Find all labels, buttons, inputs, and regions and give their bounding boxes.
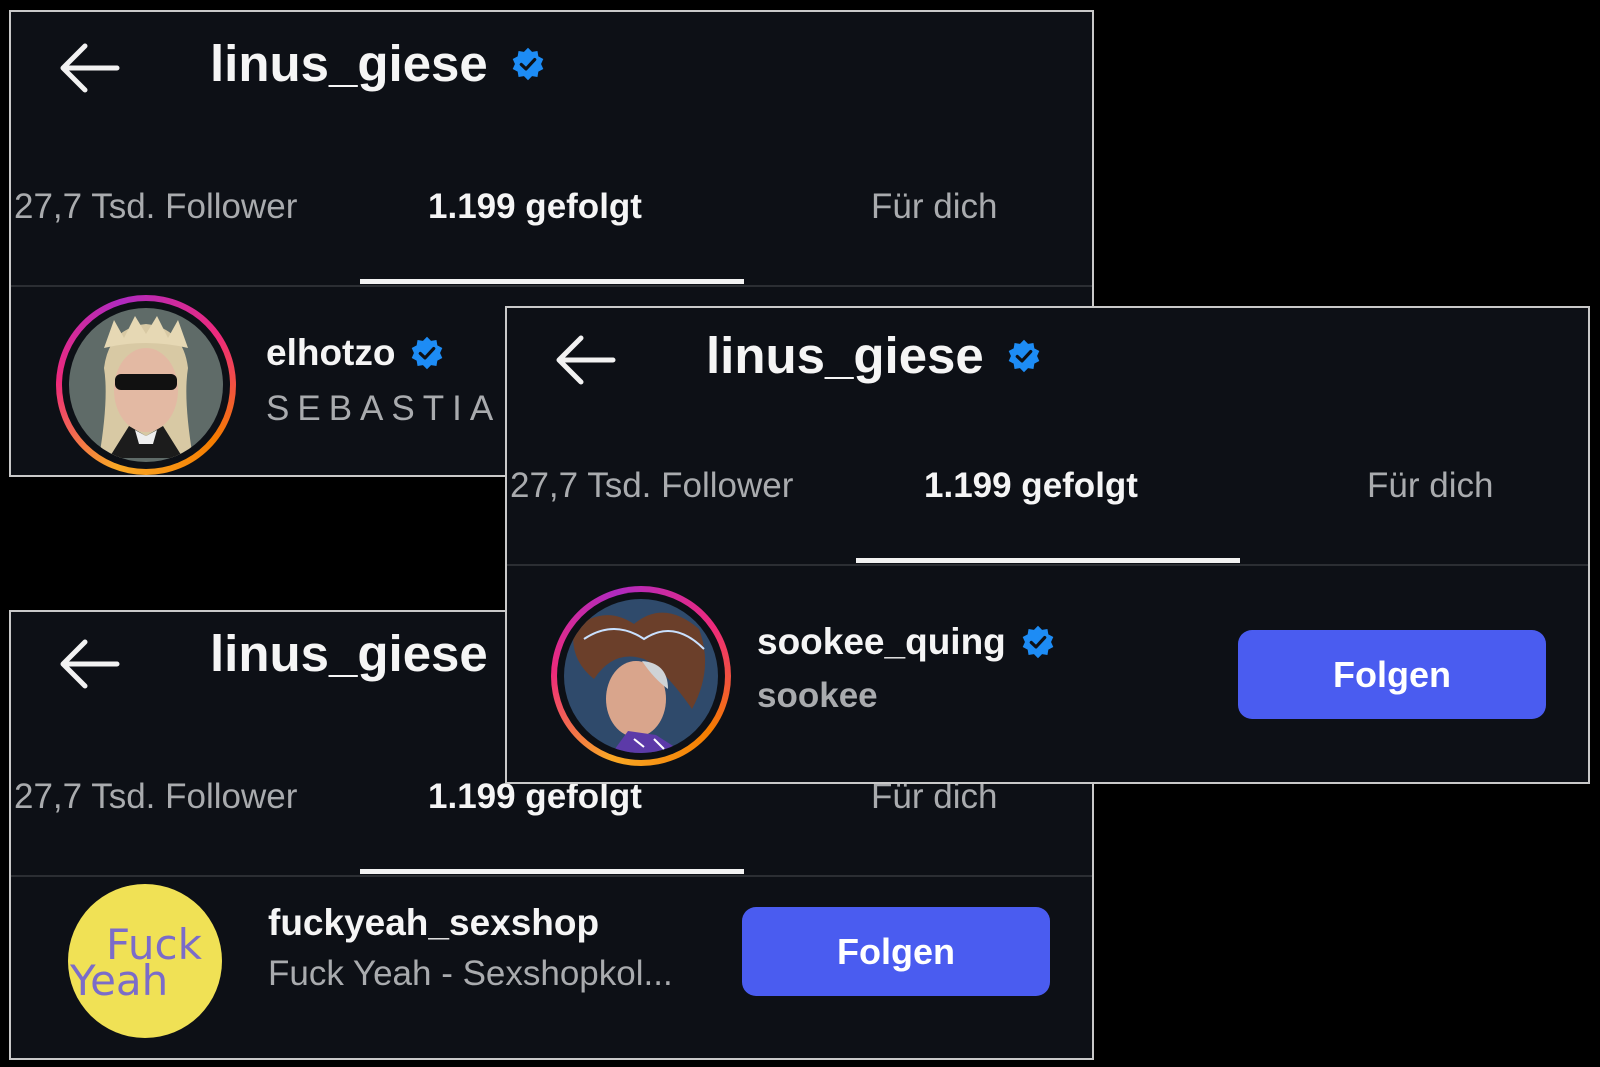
username-text[interactable]: elhotzo (266, 332, 395, 374)
tab-following[interactable]: 1.199 gefolgt (428, 187, 642, 227)
back-arrow-icon[interactable] (551, 330, 617, 390)
profile-title-text: linus_giese (706, 327, 984, 384)
username[interactable]: sookee_quing (757, 621, 1056, 663)
profile-title: linus_giese (706, 326, 1042, 385)
tab-for-you[interactable]: Für dich (1367, 466, 1493, 506)
tab-followers[interactable]: 27,7 Tsd. Follower (14, 777, 297, 817)
avatar-photo (69, 308, 223, 462)
verified-badge-icon (1008, 339, 1040, 372)
verified-badge-icon (412, 336, 443, 370)
tab-following[interactable]: 1.199 gefolgt (924, 466, 1138, 506)
avatar[interactable] (551, 586, 731, 766)
tab-followers[interactable]: 27,7 Tsd. Follower (14, 187, 297, 227)
profile-title: linus_giese (210, 624, 488, 683)
list-item[interactable]: Fuck Yeah fuckyeah_sexshop Fuck Yeah - S… (11, 874, 1092, 1058)
display-name: sookee (757, 676, 878, 715)
profile-panel-sookee: linus_giese 27,7 Tsd. Follower 1.199 gef… (505, 306, 1590, 784)
follow-button[interactable]: Folgen (1238, 630, 1546, 719)
active-tab-indicator (360, 279, 744, 284)
follow-button[interactable]: Folgen (742, 907, 1050, 996)
list-item[interactable]: sookee_quing sookee Folgen (507, 576, 1588, 776)
follow-tabs: 27,7 Tsd. Follower 1.199 gefolgt Für dic… (11, 177, 1092, 287)
username-text[interactable]: fuckyeah_sexshop (268, 902, 599, 944)
display-name: Fuck Yeah - Sexshopkol... (268, 954, 673, 993)
display-name: SEBASTIA (266, 389, 502, 428)
avatar[interactable]: Fuck Yeah (68, 884, 222, 1038)
profile-title: linus_giese (210, 34, 546, 93)
verified-badge-icon (1022, 625, 1054, 659)
active-tab-indicator (856, 558, 1240, 563)
verified-badge-icon (512, 47, 544, 80)
username-text[interactable]: sookee_quing (757, 621, 1006, 663)
profile-title-text: linus_giese (210, 35, 488, 92)
avatar-photo (564, 599, 718, 753)
tab-for-you[interactable]: Für dich (871, 187, 997, 227)
profile-title-text: linus_giese (210, 625, 488, 682)
logo-text: Yeah (70, 956, 169, 1005)
username[interactable]: fuckyeah_sexshop (268, 902, 599, 944)
follow-tabs: 27,7 Tsd. Follower 1.199 gefolgt Für dic… (507, 456, 1588, 566)
username[interactable]: elhotzo (266, 332, 445, 374)
avatar[interactable] (56, 295, 236, 475)
back-arrow-icon[interactable] (55, 38, 121, 98)
tab-followers[interactable]: 27,7 Tsd. Follower (510, 466, 793, 506)
back-arrow-icon[interactable] (55, 634, 121, 694)
